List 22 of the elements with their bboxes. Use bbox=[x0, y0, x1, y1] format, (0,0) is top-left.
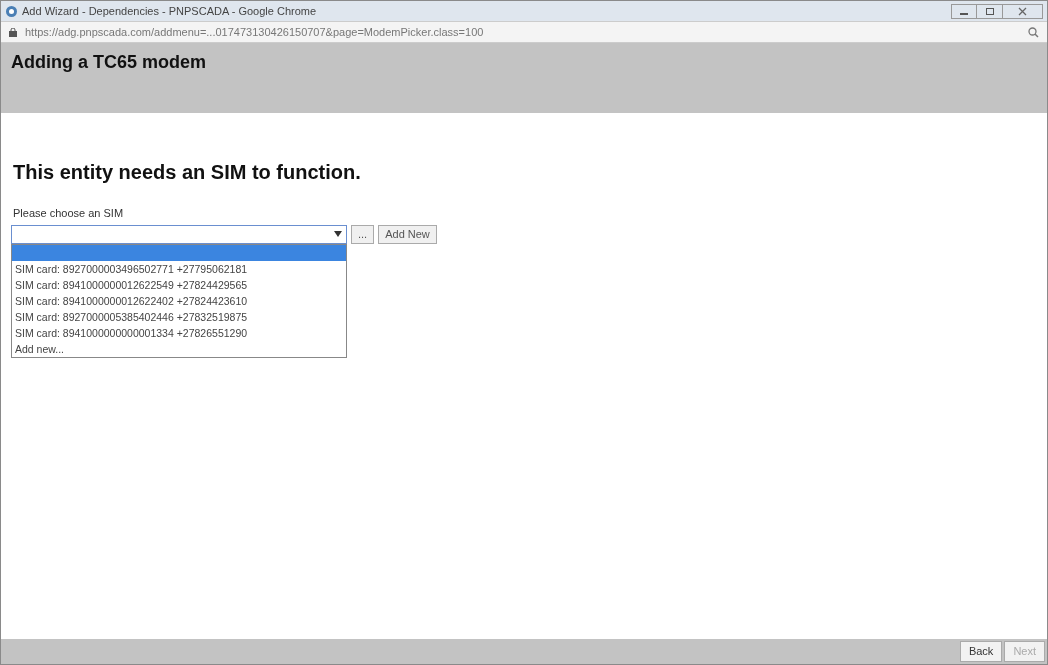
dropdown-option[interactable]: SIM card: 8941000000012622549 +27824429565 bbox=[12, 276, 346, 293]
dropdown-option[interactable]: Add new... bbox=[12, 340, 346, 357]
page-title: Adding a TC65 modem bbox=[11, 51, 208, 74]
dropdown-option[interactable]: SIM card: 8927000003496502771 +27795062181 bbox=[12, 260, 346, 277]
browse-button[interactable]: ... bbox=[351, 224, 375, 244]
dropdown-option[interactable]: SIM card: 8941000000012622402 +27824423610 bbox=[12, 292, 346, 309]
lock-icon bbox=[9, 27, 17, 37]
section-heading: This entity needs an SIM to function. bbox=[13, 160, 362, 185]
caret-icon bbox=[334, 231, 342, 237]
dropdown-option[interactable]: SIM card: 8927000005385402446 +27832519875 bbox=[12, 308, 346, 325]
field-label: Please choose an SIM bbox=[13, 206, 125, 221]
add-new-button[interactable]: Add New bbox=[378, 224, 437, 244]
search-icon[interactable] bbox=[1028, 26, 1039, 38]
sim-select[interactable] bbox=[11, 224, 347, 244]
dropdown-option[interactable]: SIM card: 8941000000000001334 +27826551290 bbox=[12, 324, 346, 341]
app-icon bbox=[5, 4, 18, 18]
window-title: Add Wizard - Dependencies - PNPSCADA - Google Chrome bbox=[22, 3, 318, 19]
close-button[interactable] bbox=[1003, 3, 1043, 19]
back-button[interactable]: Back bbox=[959, 641, 1003, 662]
close-icon bbox=[1018, 6, 1027, 16]
maximize-button[interactable] bbox=[977, 3, 1003, 19]
minimize-button[interactable] bbox=[951, 3, 977, 19]
